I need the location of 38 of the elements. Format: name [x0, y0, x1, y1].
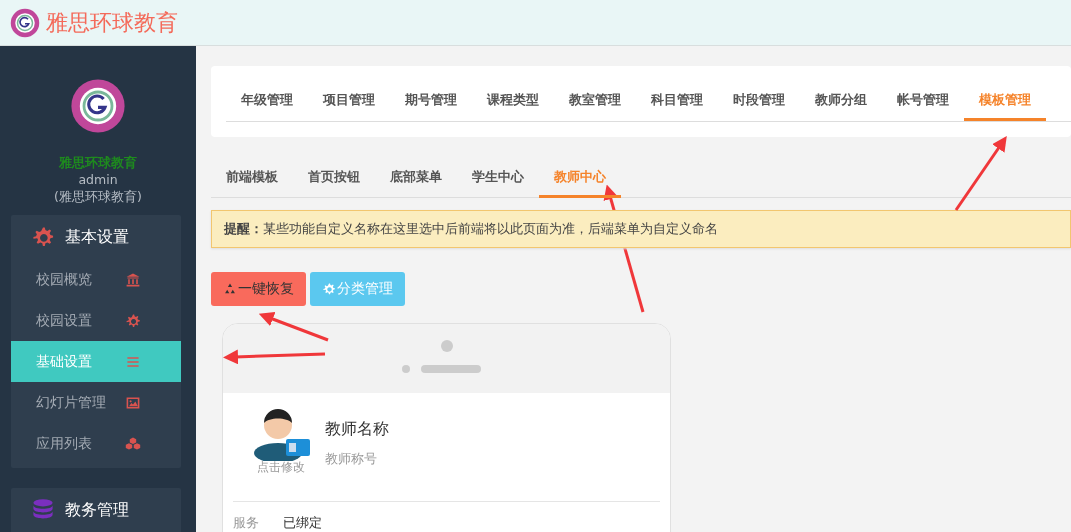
tab[interactable]: 期号管理 [390, 80, 472, 121]
gear-icon [31, 225, 55, 249]
logo-icon [10, 7, 40, 38]
field-label: 服务 [233, 514, 260, 532]
notice-text: 提醒：某些功能自定义名称在这里选中后前端将以此页面为准，后端菜单为自定义命名 [211, 210, 1071, 248]
organization-name: (雅思环球教育) [54, 188, 142, 205]
tab[interactable]: 学生中心 [457, 157, 539, 198]
menu-item[interactable]: 幻灯片管理 [11, 382, 181, 423]
tab[interactable]: 前端模板 [211, 157, 293, 198]
tab[interactable]: 时段管理 [718, 80, 800, 121]
school-name: 雅思环球教育 [59, 154, 137, 171]
restore-button[interactable]: 一键恢复 [211, 272, 306, 306]
tab[interactable]: 帐号管理 [882, 80, 964, 121]
tab[interactable]: 年级管理 [226, 80, 308, 121]
logo-icon [70, 78, 126, 134]
tab[interactable]: 课程类型 [472, 80, 554, 121]
username: admin [78, 171, 118, 188]
app-title: 雅思环球教育 [46, 8, 178, 37]
gear-icon [125, 312, 141, 329]
tab[interactable]: 教室管理 [554, 80, 636, 121]
tab[interactable]: 教师分组 [800, 80, 882, 121]
tab[interactable]: 项目管理 [308, 80, 390, 121]
bank-icon [125, 271, 141, 288]
gear-icon [322, 282, 336, 296]
teacher-name: 教师名称 [325, 419, 389, 440]
menu-item[interactable]: 校园设置 [11, 300, 181, 341]
tab[interactable]: 科目管理 [636, 80, 718, 121]
tab[interactable]: 首页按钮 [293, 157, 375, 198]
teacher-title: 教师称号 [325, 450, 378, 468]
menu-item[interactable]: 校园概览 [11, 259, 181, 300]
image-icon [125, 394, 141, 411]
tab[interactable]: 底部菜单 [375, 157, 457, 198]
annotation-arrow [258, 312, 329, 342]
menu-group-header[interactable]: 教务管理 [11, 488, 181, 532]
menu-item[interactable]: 应用列表 [11, 423, 181, 464]
field-value: 已绑定 [283, 514, 322, 532]
menu-group-header[interactable]: 基本设置 [11, 215, 181, 259]
cubes-icon [125, 435, 141, 452]
